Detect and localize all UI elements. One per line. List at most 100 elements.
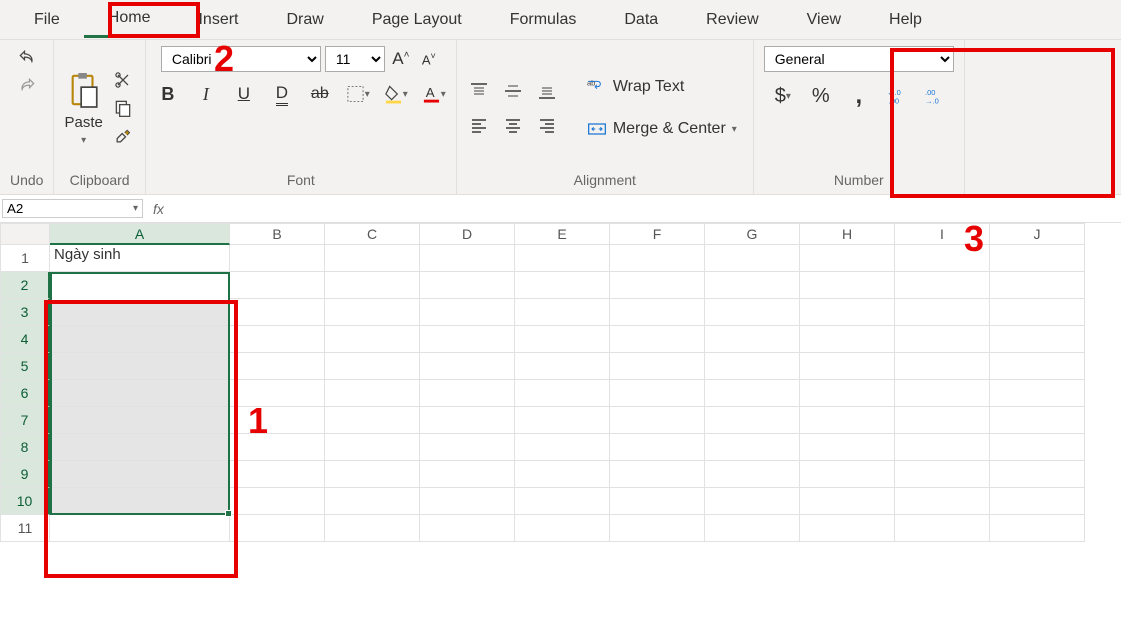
cell[interactable]: [705, 299, 800, 326]
cell[interactable]: [420, 272, 515, 299]
tab-view[interactable]: View: [783, 3, 865, 37]
format-painter-icon[interactable]: [111, 124, 135, 148]
cell[interactable]: [515, 434, 610, 461]
cell[interactable]: [895, 245, 990, 272]
fill-color-icon[interactable]: [384, 82, 408, 106]
cell[interactable]: [705, 461, 800, 488]
cell[interactable]: [325, 515, 420, 542]
cell[interactable]: [230, 272, 325, 299]
cell[interactable]: [325, 299, 420, 326]
tab-draw[interactable]: Draw: [262, 3, 347, 37]
cell[interactable]: [610, 326, 705, 353]
cell[interactable]: [420, 461, 515, 488]
column-header[interactable]: B: [230, 223, 325, 245]
column-header[interactable]: A: [50, 223, 230, 245]
column-header[interactable]: J: [990, 223, 1085, 245]
currency-icon[interactable]: $: [771, 84, 795, 108]
cell[interactable]: [420, 380, 515, 407]
decrease-font-icon[interactable]: A˅: [417, 47, 441, 71]
cell[interactable]: [420, 326, 515, 353]
percent-icon[interactable]: %: [809, 84, 833, 108]
align-bottom-icon[interactable]: [535, 79, 559, 103]
cell[interactable]: [230, 326, 325, 353]
cell[interactable]: [230, 488, 325, 515]
cell[interactable]: [990, 380, 1085, 407]
name-box[interactable]: ▾: [2, 199, 143, 218]
row-header[interactable]: 5: [0, 353, 50, 380]
decrease-decimal-icon[interactable]: .00→.0: [923, 84, 947, 108]
cell[interactable]: [990, 488, 1085, 515]
cell[interactable]: [325, 272, 420, 299]
cell[interactable]: [705, 515, 800, 542]
cell[interactable]: [610, 461, 705, 488]
undo-icon[interactable]: [15, 46, 39, 70]
align-left-icon[interactable]: [467, 113, 491, 137]
cell[interactable]: [705, 488, 800, 515]
copy-icon[interactable]: [111, 96, 135, 120]
cell[interactable]: [230, 380, 325, 407]
column-header[interactable]: C: [325, 223, 420, 245]
cell[interactable]: [895, 407, 990, 434]
cell[interactable]: [515, 407, 610, 434]
cell[interactable]: [895, 461, 990, 488]
cell[interactable]: [515, 380, 610, 407]
cell[interactable]: [230, 461, 325, 488]
cell[interactable]: [705, 326, 800, 353]
cell[interactable]: [610, 245, 705, 272]
cell[interactable]: [420, 353, 515, 380]
align-top-icon[interactable]: [467, 79, 491, 103]
cell[interactable]: [230, 515, 325, 542]
cell[interactable]: [50, 488, 230, 515]
cell[interactable]: [895, 353, 990, 380]
number-format-select[interactable]: General: [764, 46, 954, 72]
cell[interactable]: [515, 353, 610, 380]
cell[interactable]: [325, 488, 420, 515]
cell[interactable]: [325, 461, 420, 488]
italic-icon[interactable]: I: [194, 82, 218, 106]
cell[interactable]: [800, 353, 895, 380]
cell[interactable]: [325, 353, 420, 380]
cell[interactable]: [610, 353, 705, 380]
cell[interactable]: [230, 299, 325, 326]
formula-input[interactable]: [174, 195, 1121, 222]
row-header[interactable]: 2: [0, 272, 50, 299]
cell[interactable]: [895, 515, 990, 542]
cell[interactable]: [705, 272, 800, 299]
comma-style-icon[interactable]: ,: [847, 84, 871, 108]
cell[interactable]: [325, 434, 420, 461]
underline-icon[interactable]: U: [232, 82, 256, 106]
cell[interactable]: [610, 515, 705, 542]
cell[interactable]: [610, 407, 705, 434]
cell[interactable]: [800, 299, 895, 326]
name-box-input[interactable]: [7, 201, 127, 216]
wrap-text-button[interactable]: ab Wrap Text: [581, 73, 690, 101]
redo-icon[interactable]: [15, 74, 39, 98]
cell[interactable]: [420, 407, 515, 434]
cell[interactable]: [50, 380, 230, 407]
cell[interactable]: [420, 434, 515, 461]
cell[interactable]: [990, 353, 1085, 380]
column-header[interactable]: E: [515, 223, 610, 245]
cell[interactable]: [800, 245, 895, 272]
cell[interactable]: [230, 353, 325, 380]
column-header[interactable]: D: [420, 223, 515, 245]
cell[interactable]: [515, 272, 610, 299]
cell[interactable]: [990, 434, 1085, 461]
row-header[interactable]: 7: [0, 407, 50, 434]
double-underline-icon[interactable]: D: [270, 82, 294, 106]
cell[interactable]: [800, 461, 895, 488]
align-right-icon[interactable]: [535, 113, 559, 137]
column-header[interactable]: I: [895, 223, 990, 245]
tab-home[interactable]: Home: [84, 1, 175, 38]
cell[interactable]: [895, 434, 990, 461]
tab-data[interactable]: Data: [600, 3, 682, 37]
cell[interactable]: [990, 407, 1085, 434]
cell[interactable]: [50, 353, 230, 380]
row-header[interactable]: 3: [0, 299, 50, 326]
cell[interactable]: [990, 326, 1085, 353]
cell[interactable]: [895, 326, 990, 353]
row-header[interactable]: 11: [0, 515, 50, 542]
cell[interactable]: [610, 272, 705, 299]
cell[interactable]: [705, 407, 800, 434]
tab-file[interactable]: File: [10, 3, 84, 37]
